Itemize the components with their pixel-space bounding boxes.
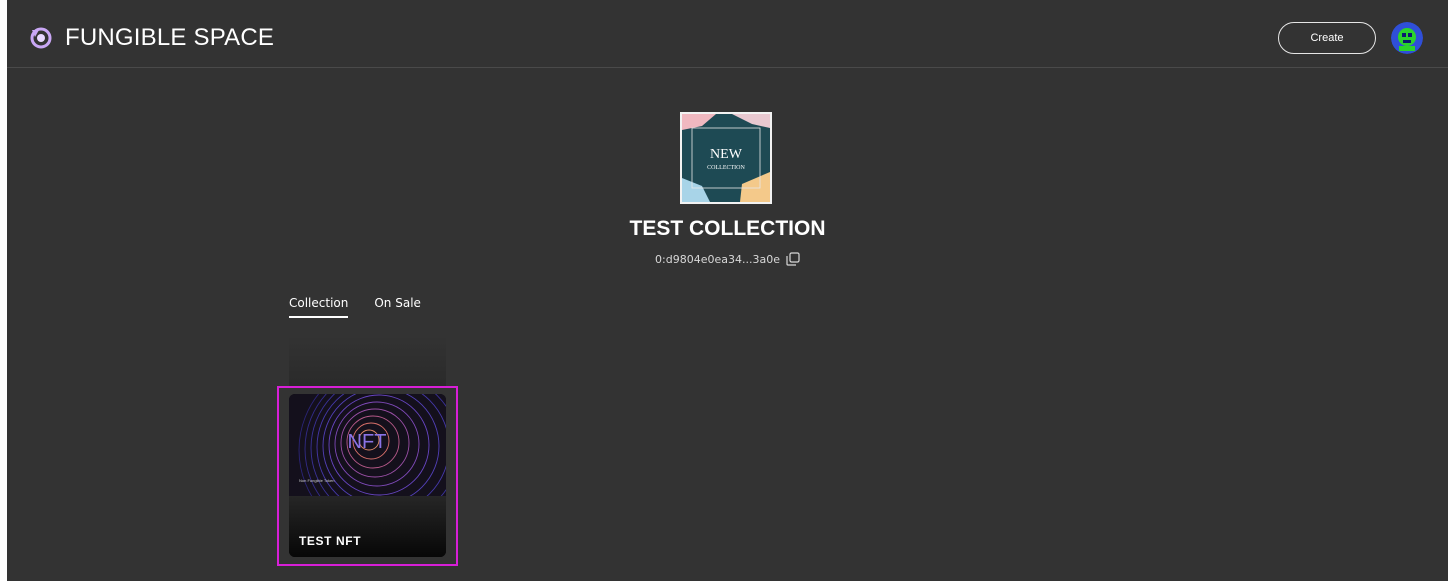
nft-name: TEST NFT [299, 534, 362, 548]
app-window: FUNGIBLE SPACE Create NEW COLLECTION TES… [7, 0, 1448, 581]
collection-title: TEST COLLECTION [629, 217, 826, 240]
copy-icon[interactable] [786, 252, 800, 266]
brand-name: FUNGIBLE SPACE [65, 24, 275, 51]
user-avatar[interactable] [1391, 22, 1423, 54]
collection-thumbnail: NEW COLLECTION [680, 112, 772, 204]
collection-address: 0:d9804e0ea34...3a0e [655, 252, 780, 266]
top-navbar: FUNGIBLE SPACE Create [7, 8, 1448, 68]
brand[interactable]: FUNGIBLE SPACE [29, 24, 274, 52]
avatar-icon [1391, 22, 1423, 54]
nft-card[interactable]: NFT Non Fungible Token TEST NFT [289, 394, 446, 557]
collection-address-row: 0:d9804e0ea34...3a0e [7, 252, 1448, 266]
create-button[interactable]: Create [1278, 22, 1376, 54]
brand-logo-icon [30, 27, 52, 49]
tab-on-sale[interactable]: On Sale [374, 296, 421, 318]
nft-image: NFT Non Fungible Token [289, 394, 446, 496]
thumbnail-title: NEW [710, 147, 743, 162]
collection-tabs: Collection On Sale [289, 296, 421, 318]
tab-collection[interactable]: Collection [289, 296, 349, 318]
collection-thumbnail-image: NEW COLLECTION [682, 114, 770, 202]
thumbnail-subtitle: COLLECTION [707, 165, 745, 171]
nft-image-caption: Non Fungible Token [299, 478, 335, 483]
card-shadow-placeholder [289, 336, 446, 386]
nft-image-text: NFT [348, 431, 387, 453]
